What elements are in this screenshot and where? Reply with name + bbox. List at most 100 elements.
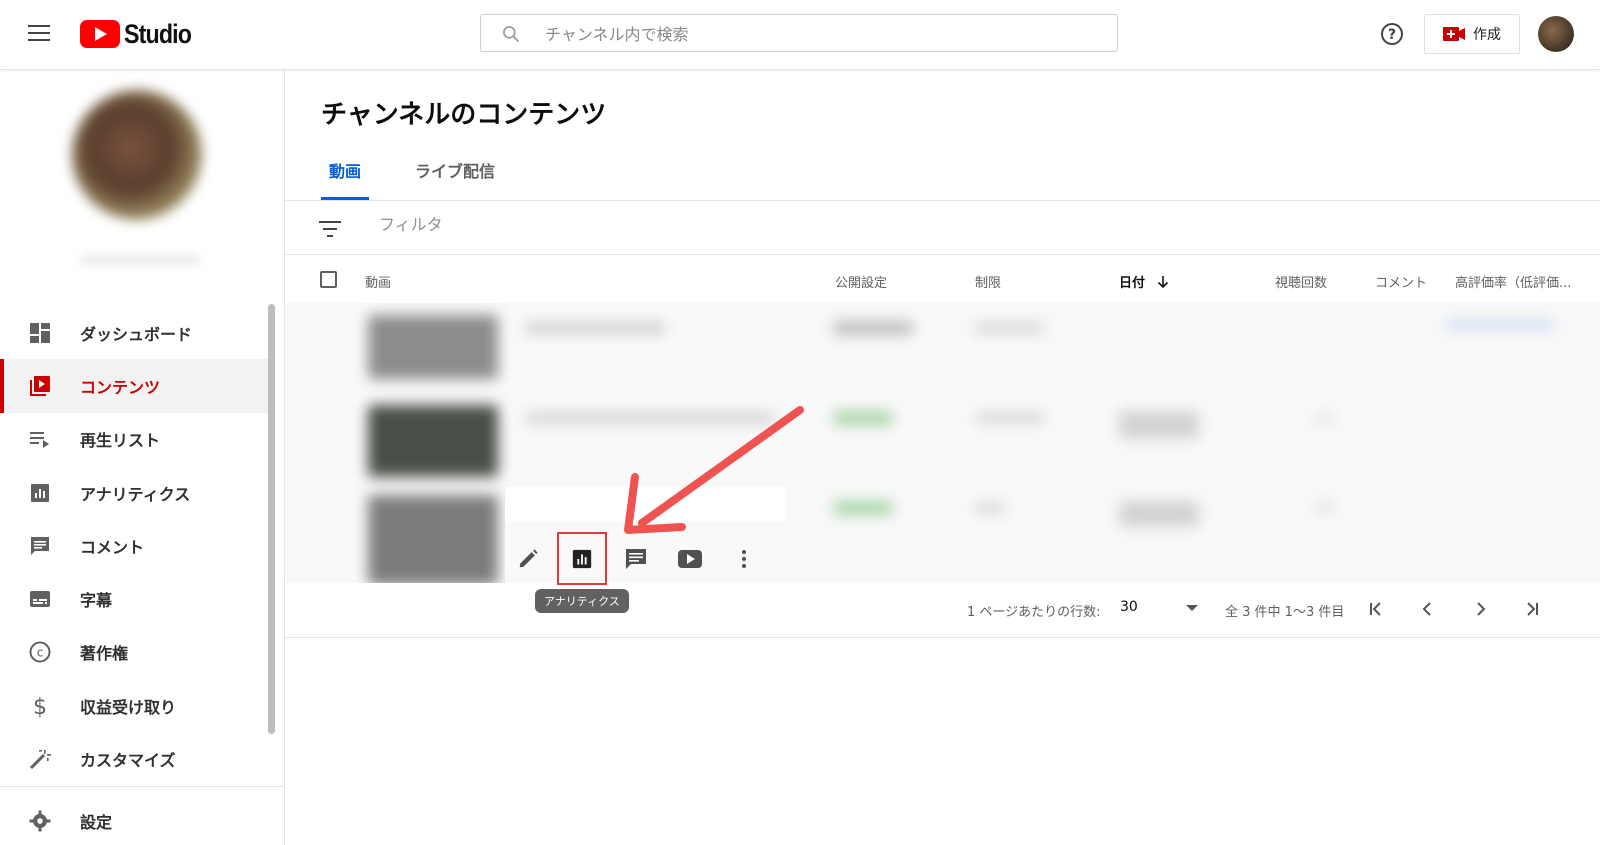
visibility-blurred [833,321,913,335]
select-all-checkbox[interactable] [320,271,337,288]
sidebar: ダッシュボード コンテンツ 再生リスト アナリティクス コメント 字幕 c 著作… [0,70,285,845]
video-title-blurred [525,323,665,333]
tab-videos[interactable]: 動画 [321,158,370,200]
sidebar-item-label: 著作権 [80,644,129,664]
create-label: 作成 [1473,27,1501,43]
sidebar-item-label: 字幕 [80,591,113,611]
help-icon[interactable]: ? [1380,22,1404,46]
sidebar-item-label: 収益受け取り [80,697,177,717]
restriction-blurred [975,323,1045,333]
analytics-highlight-box [557,532,607,585]
tab-bar: 動画 ライブ配信 [321,158,541,200]
sidebar-item-copyright[interactable]: c 著作権 [0,626,270,679]
video-rows-blurred [285,303,1600,583]
filter-input[interactable] [377,214,781,235]
column-comments[interactable]: コメント [1375,272,1427,291]
more-options-button[interactable] [731,546,757,572]
dropdown-arrow-icon [1186,605,1198,611]
create-button[interactable]: 作成 [1424,14,1520,54]
last-page-icon [1527,602,1538,616]
edit-details-button[interactable] [515,546,541,572]
vertical-dots-icon [742,550,746,568]
video-thumbnail[interactable] [368,495,498,583]
sidebar-item-monetization[interactable]: $ 収益受け取り [0,679,270,732]
restriction-blurred [975,413,1045,423]
youtube-logo-icon [80,20,120,48]
sidebar-item-label: ダッシュボード [80,324,193,344]
page-title: チャンネルのコンテンツ [321,100,607,130]
date-blurred [1119,411,1199,439]
sidebar-nav: ダッシュボード コンテンツ 再生リスト アナリティクス コメント 字幕 c 著作… [0,306,270,786]
dollar-icon: $ [33,695,47,718]
rows-per-page-value: 30 [1120,599,1138,615]
column-views[interactable]: 視聴回数 [1275,272,1327,291]
visibility-blurred [833,501,893,515]
arrow-down-icon [1157,276,1168,289]
comment-icon [31,536,49,555]
sidebar-scrollbar[interactable] [268,304,275,734]
dashboard-icon [30,322,50,343]
column-visibility[interactable]: 公開設定 [835,272,887,291]
likes-blurred [1445,321,1555,329]
visibility-blurred [833,411,893,425]
sidebar-item-subtitles[interactable]: 字幕 [0,572,270,625]
settings-label: 設定 [80,813,113,832]
first-page-icon [1370,602,1381,616]
analytics-icon [31,483,49,502]
logo-text: Studio [124,18,192,49]
sidebar-item-label: アナリティクス [80,484,191,504]
sidebar-item-label: カスタマイズ [80,751,176,771]
pencil-icon [519,549,538,568]
rows-per-page-label: 1 ページあたりの行数: [967,605,1101,620]
column-date[interactable]: 日付 [1119,272,1170,291]
filter-icon[interactable] [318,220,342,238]
date-blurred [1119,501,1199,527]
column-date-label: 日付 [1119,276,1146,291]
gear-icon [29,810,51,832]
rows-per-page-select[interactable]: 30 [1120,599,1198,621]
comments-button[interactable] [623,546,649,572]
column-restrictions[interactable]: 制限 [975,272,1001,291]
search-input[interactable] [543,21,1067,47]
video-thumbnail[interactable] [368,405,498,477]
youtube-play-icon [678,550,702,568]
chevron-right-icon [1477,602,1486,616]
view-on-youtube-button[interactable] [677,546,703,572]
restriction-blurred [975,503,1005,513]
next-page-button[interactable] [1467,596,1493,622]
pagination-bar: 1 ページあたりの行数: 30 全 3 件中 1～3 件目 [285,583,1600,638]
tooltip: アナリティクス [535,589,629,613]
table-header: 動画 公開設定 制限 日付 視聴回数 コメント 高評価率（低評価... [285,255,1600,303]
sidebar-item-comments[interactable]: コメント [0,519,270,572]
views-blurred [1315,503,1335,511]
sidebar-item-analytics[interactable]: アナリティクス [0,466,270,519]
sidebar-item-dashboard[interactable]: ダッシュボード [0,306,270,359]
video-title-blurred [525,413,775,423]
svg-text:$: $ [33,695,47,718]
video-camera-icon [1443,27,1465,41]
comment-icon [626,549,646,569]
search-box[interactable] [480,14,1118,52]
column-likes[interactable]: 高評価率（低評価... [1455,272,1571,291]
sidebar-item-customization[interactable]: カスタマイズ [0,732,270,785]
last-page-button[interactable] [1519,596,1545,622]
channel-name-blurred [80,255,200,265]
main-content: チャンネルのコンテンツ 動画 ライブ配信 動画 公開設定 制限 日付 視聴回数 … [285,70,1600,845]
sidebar-item-playlists[interactable]: 再生リスト [0,413,270,466]
youtube-studio-logo[interactable]: Studio [80,18,202,49]
video-thumbnail[interactable] [368,315,498,379]
channel-avatar[interactable] [72,90,202,220]
sidebar-item-content[interactable]: コンテンツ [0,359,270,413]
content-icon [30,375,50,396]
column-video: 動画 [365,276,392,291]
previous-page-button[interactable] [1415,596,1441,622]
magic-wand-icon [29,750,51,770]
sidebar-item-settings[interactable]: 設定 [0,798,270,844]
sidebar-item-label: コメント [80,537,145,557]
row-hover-panel-top [505,487,785,521]
tab-live[interactable]: ライブ配信 [407,158,503,200]
divider [285,200,1600,201]
menu-icon[interactable] [28,25,50,41]
account-avatar[interactable] [1538,16,1574,52]
first-page-button[interactable] [1363,596,1389,622]
